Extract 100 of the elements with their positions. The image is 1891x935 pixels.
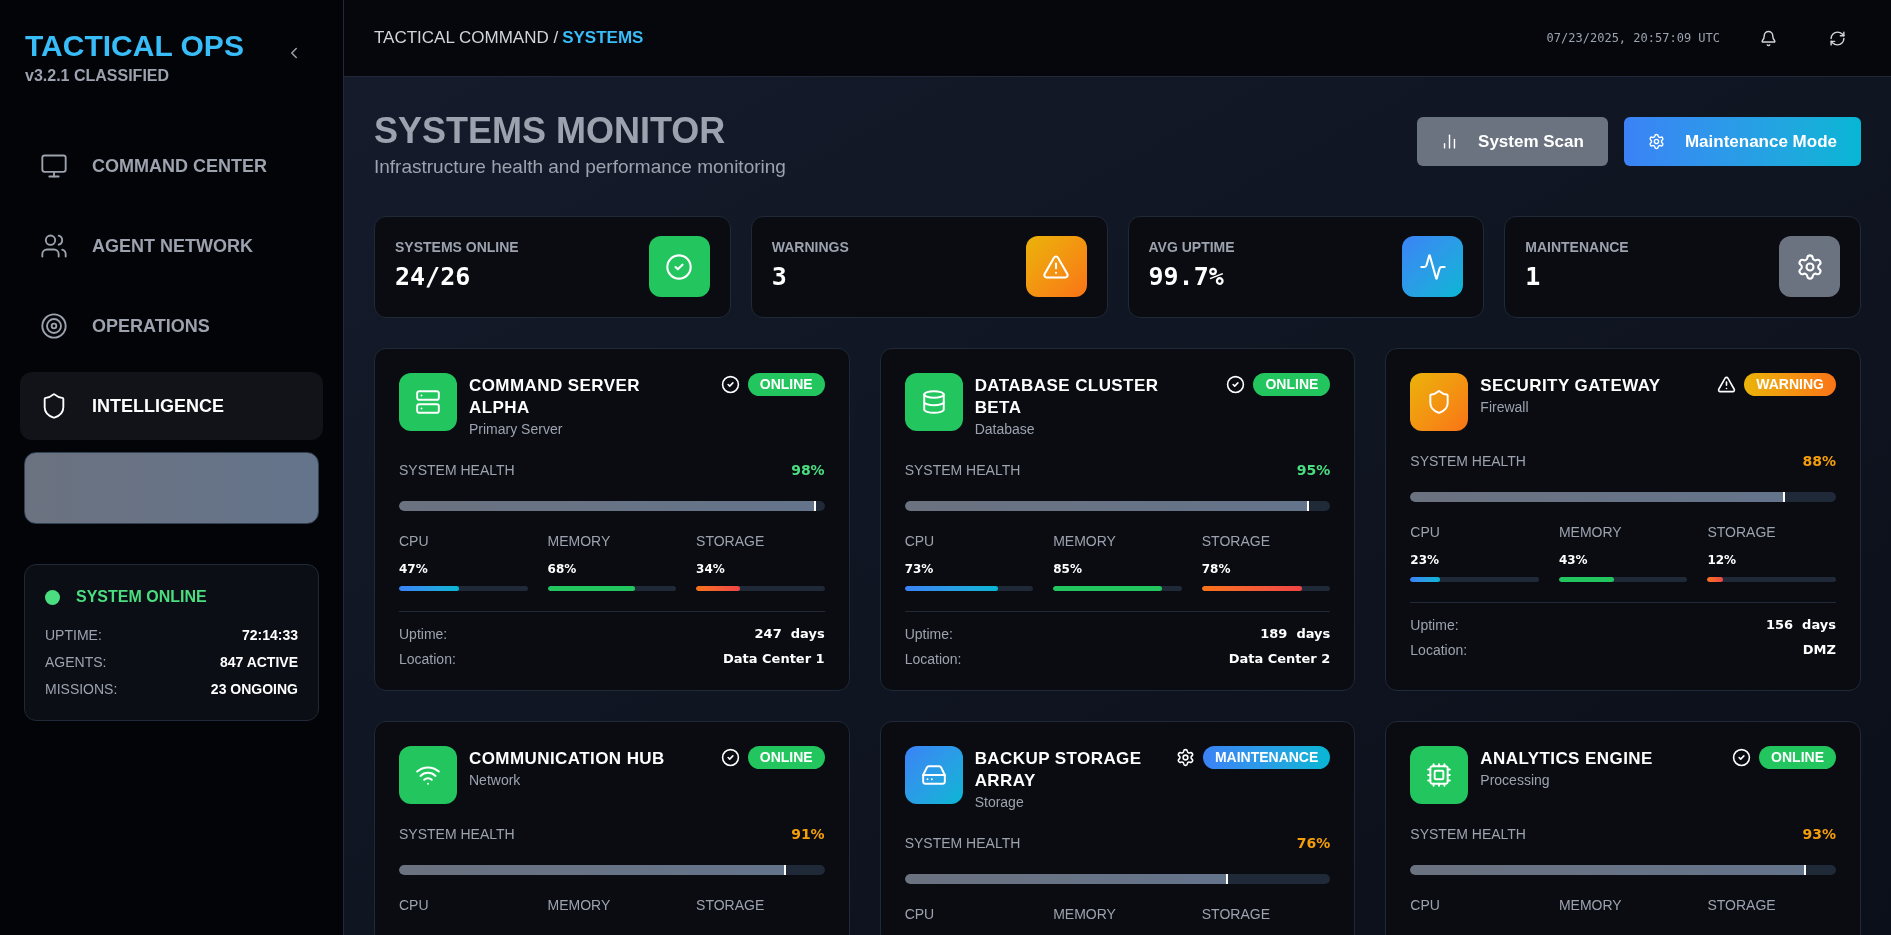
metric-label: STORAGE <box>1707 522 1777 542</box>
settings-icon <box>1647 133 1665 150</box>
metric-value: 47% <box>399 560 429 578</box>
status-badge: ONLINE <box>747 745 825 769</box>
health-label: SYSTEM HEALTH <box>904 460 1021 480</box>
nav-item[interactable]: INTELLIGENCE <box>20 372 323 440</box>
status-row-label: AGENTS: <box>45 653 107 672</box>
system-name: BACKUP STORAGE ARRAY <box>974 747 1143 792</box>
metric-label: CPU <box>1410 522 1441 542</box>
check-circle-icon <box>1226 374 1246 394</box>
metric-label: STORAGE <box>1707 895 1777 915</box>
health-label: SYSTEM HEALTH <box>399 824 515 844</box>
check-circle-icon <box>665 252 694 281</box>
refresh-icon[interactable] <box>1829 29 1846 47</box>
stat-value: 24/26 <box>395 261 472 294</box>
metric-label: STORAGE <box>696 895 766 915</box>
users-icon <box>40 232 68 260</box>
metric-label: MEMORY <box>1558 895 1623 915</box>
metric-value: 34% <box>696 560 726 578</box>
metric-value: 12% <box>1707 551 1738 569</box>
health-label: SYSTEM HEALTH <box>399 460 515 480</box>
system-type: Database <box>974 419 1036 439</box>
status-row-label: MISSIONS: <box>45 680 118 699</box>
system-scan-button[interactable]: System Scan <box>1417 117 1608 166</box>
metric-value: 73% <box>904 560 935 578</box>
status-badge: ONLINE <box>1759 745 1836 769</box>
detail-label: Uptime: <box>399 624 448 644</box>
status-row-value: 72:14:33 <box>241 626 298 645</box>
app-version: v3.2.1 CLASSIFIED <box>25 66 171 86</box>
status-label: SYSTEM ONLINE <box>76 587 207 607</box>
metric-label: STORAGE <box>696 531 766 551</box>
settings-icon <box>1175 747 1195 767</box>
check-circle-icon <box>720 374 740 394</box>
health-label: SYSTEM HEALTH <box>1410 824 1526 844</box>
health-value: 98% <box>791 460 825 480</box>
nav-item[interactable]: COMMAND CENTER <box>20 132 323 200</box>
health-value: 95% <box>1296 460 1331 480</box>
system-type: Processing <box>1480 770 1551 790</box>
monitor-icon <box>40 152 68 180</box>
status-badge: MAINTENANCE <box>1202 745 1331 769</box>
detail-value: 189 days <box>1260 624 1331 643</box>
status-row-value: 847 ACTIVE <box>219 653 298 672</box>
system-type: Network <box>469 770 522 790</box>
breadcrumb-current[interactable]: SYSTEMS <box>562 25 644 51</box>
nav-item[interactable]: AGENT NETWORK <box>20 212 323 280</box>
app-title: TACTICAL OPS <box>25 28 244 64</box>
system-name: ANALYTICS ENGINE <box>1480 747 1654 770</box>
nav-item[interactable]: OPERATIONS <box>20 292 323 360</box>
metric-label: CPU <box>904 531 936 551</box>
metric-value: 85% <box>1053 560 1083 578</box>
health-value: 88% <box>1802 451 1836 471</box>
stat-value: 99.7% <box>1148 261 1225 294</box>
server-icon <box>415 388 441 415</box>
system-type: Firewall <box>1480 397 1530 417</box>
detail-value: Data Center 1 <box>722 649 825 668</box>
metric-value: 23% <box>1410 551 1441 569</box>
stat-label: SYSTEMS ONLINE <box>395 238 519 258</box>
metric-label: STORAGE <box>1201 531 1271 551</box>
detail-label: Uptime: <box>1410 615 1459 635</box>
status-row-value: 23 ONGOING <box>210 680 298 699</box>
target-icon <box>40 312 68 340</box>
health-label: SYSTEM HEALTH <box>1410 451 1526 471</box>
stat-label: AVG UPTIME <box>1148 238 1235 258</box>
timestamp: 07/23/2025, 20:57:09 UTC <box>1546 30 1720 47</box>
metric-label: MEMORY <box>547 895 612 915</box>
detail-label: Uptime: <box>904 624 953 644</box>
stat-label: WARNINGS <box>771 238 849 258</box>
system-name: COMMUNICATION HUB <box>469 747 666 770</box>
metric-label: MEMORY <box>1558 522 1623 542</box>
health-value: 76% <box>1296 833 1331 853</box>
status-badge: ONLINE <box>747 372 825 396</box>
metric-value: 68% <box>547 560 578 578</box>
metric-value: 78% <box>1201 560 1232 578</box>
database-icon <box>920 388 947 415</box>
system-name: COMMAND SERVER ALPHA <box>469 374 641 419</box>
detail-label: Location: <box>399 649 456 669</box>
chip-icon <box>1426 761 1453 788</box>
metric-label: CPU <box>1410 895 1441 915</box>
system-type: Primary Server <box>469 419 564 439</box>
check-circle-icon <box>1732 747 1752 767</box>
metric-value: 43% <box>1558 551 1589 569</box>
status-row-label: UPTIME: <box>45 626 102 645</box>
detail-label: Location: <box>1410 640 1468 660</box>
settings-icon <box>1795 252 1824 281</box>
health-value: 93% <box>1802 824 1836 844</box>
detail-value: 247 days <box>754 624 825 643</box>
breadcrumb: TACTICAL COMMAND / <box>374 27 559 50</box>
detail-value: 156 days <box>1765 615 1836 634</box>
system-name: SECURITY GATEWAY <box>1480 374 1662 397</box>
page-subtitle: Infrastructure health and performance monitoring <box>374 155 786 179</box>
stat-value: 3 <box>771 261 788 294</box>
stat-value: 1 <box>1525 261 1542 294</box>
bell-icon[interactable] <box>1760 29 1777 47</box>
metric-label: CPU <box>399 895 430 915</box>
metric-label: STORAGE <box>1201 904 1271 924</box>
check-circle-icon <box>720 747 740 767</box>
metric-label: MEMORY <box>1053 531 1117 551</box>
metric-label: MEMORY <box>547 531 612 551</box>
health-value: 91% <box>791 824 825 844</box>
page-title: SYSTEMS MONITOR <box>374 109 727 153</box>
